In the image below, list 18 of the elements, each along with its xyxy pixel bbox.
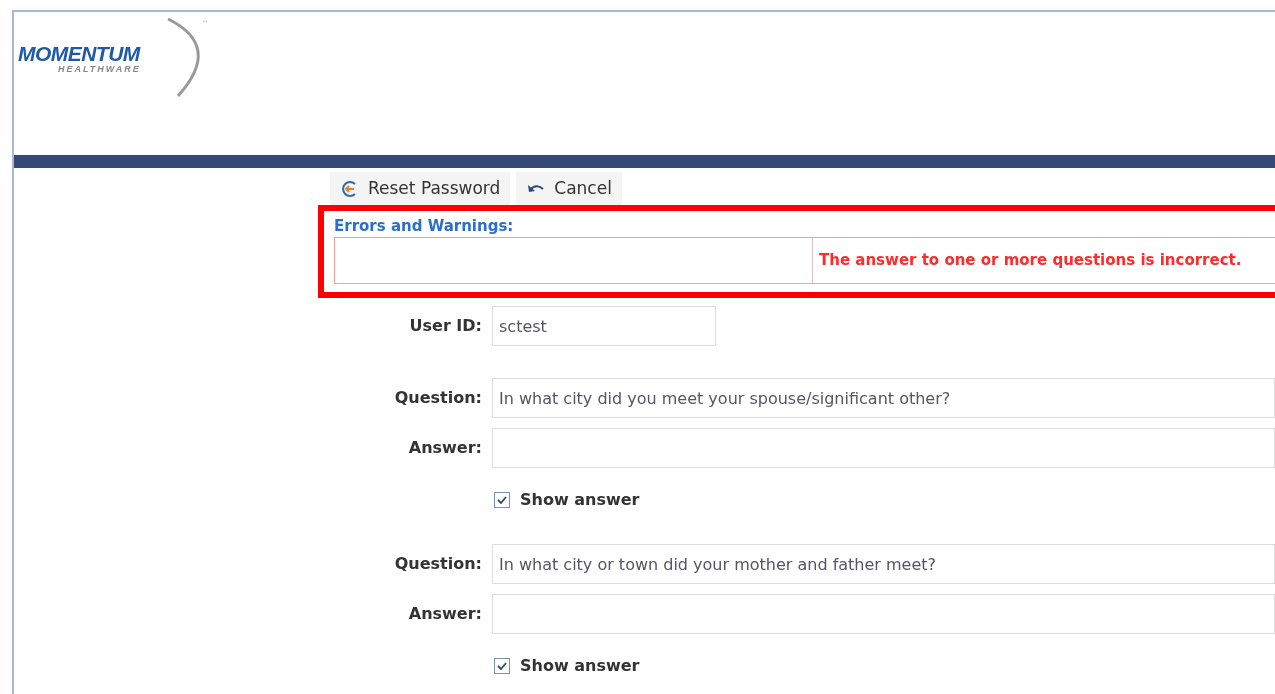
show-answer-label: Show answer bbox=[520, 489, 640, 511]
answer-field[interactable] bbox=[492, 594, 1275, 634]
answer-label: Answer: bbox=[407, 437, 483, 459]
reset-password-button[interactable]: Reset Password bbox=[330, 172, 511, 205]
question-field[interactable]: In what city did you meet your spouse/significant other? bbox=[492, 378, 1275, 418]
question-label: Question: bbox=[393, 387, 483, 409]
question-field[interactable]: In what city or town did your mother and father meet? bbox=[492, 544, 1275, 584]
question-label: Question: bbox=[393, 553, 483, 575]
user-id-field[interactable]: sctest bbox=[492, 306, 716, 346]
user-id-label: User ID: bbox=[408, 315, 483, 337]
answer-field[interactable] bbox=[492, 428, 1275, 468]
errors-title: Errors and Warnings: bbox=[334, 215, 1275, 238]
answer-label: Answer: bbox=[407, 603, 483, 625]
checkbox[interactable] bbox=[494, 658, 510, 674]
cancel-button[interactable]: Cancel bbox=[516, 172, 622, 205]
error-message: The answer to one or more questions is incorrect. bbox=[819, 250, 1242, 272]
show-answer-label: Show answer bbox=[520, 655, 640, 677]
checkbox[interactable] bbox=[494, 492, 510, 508]
